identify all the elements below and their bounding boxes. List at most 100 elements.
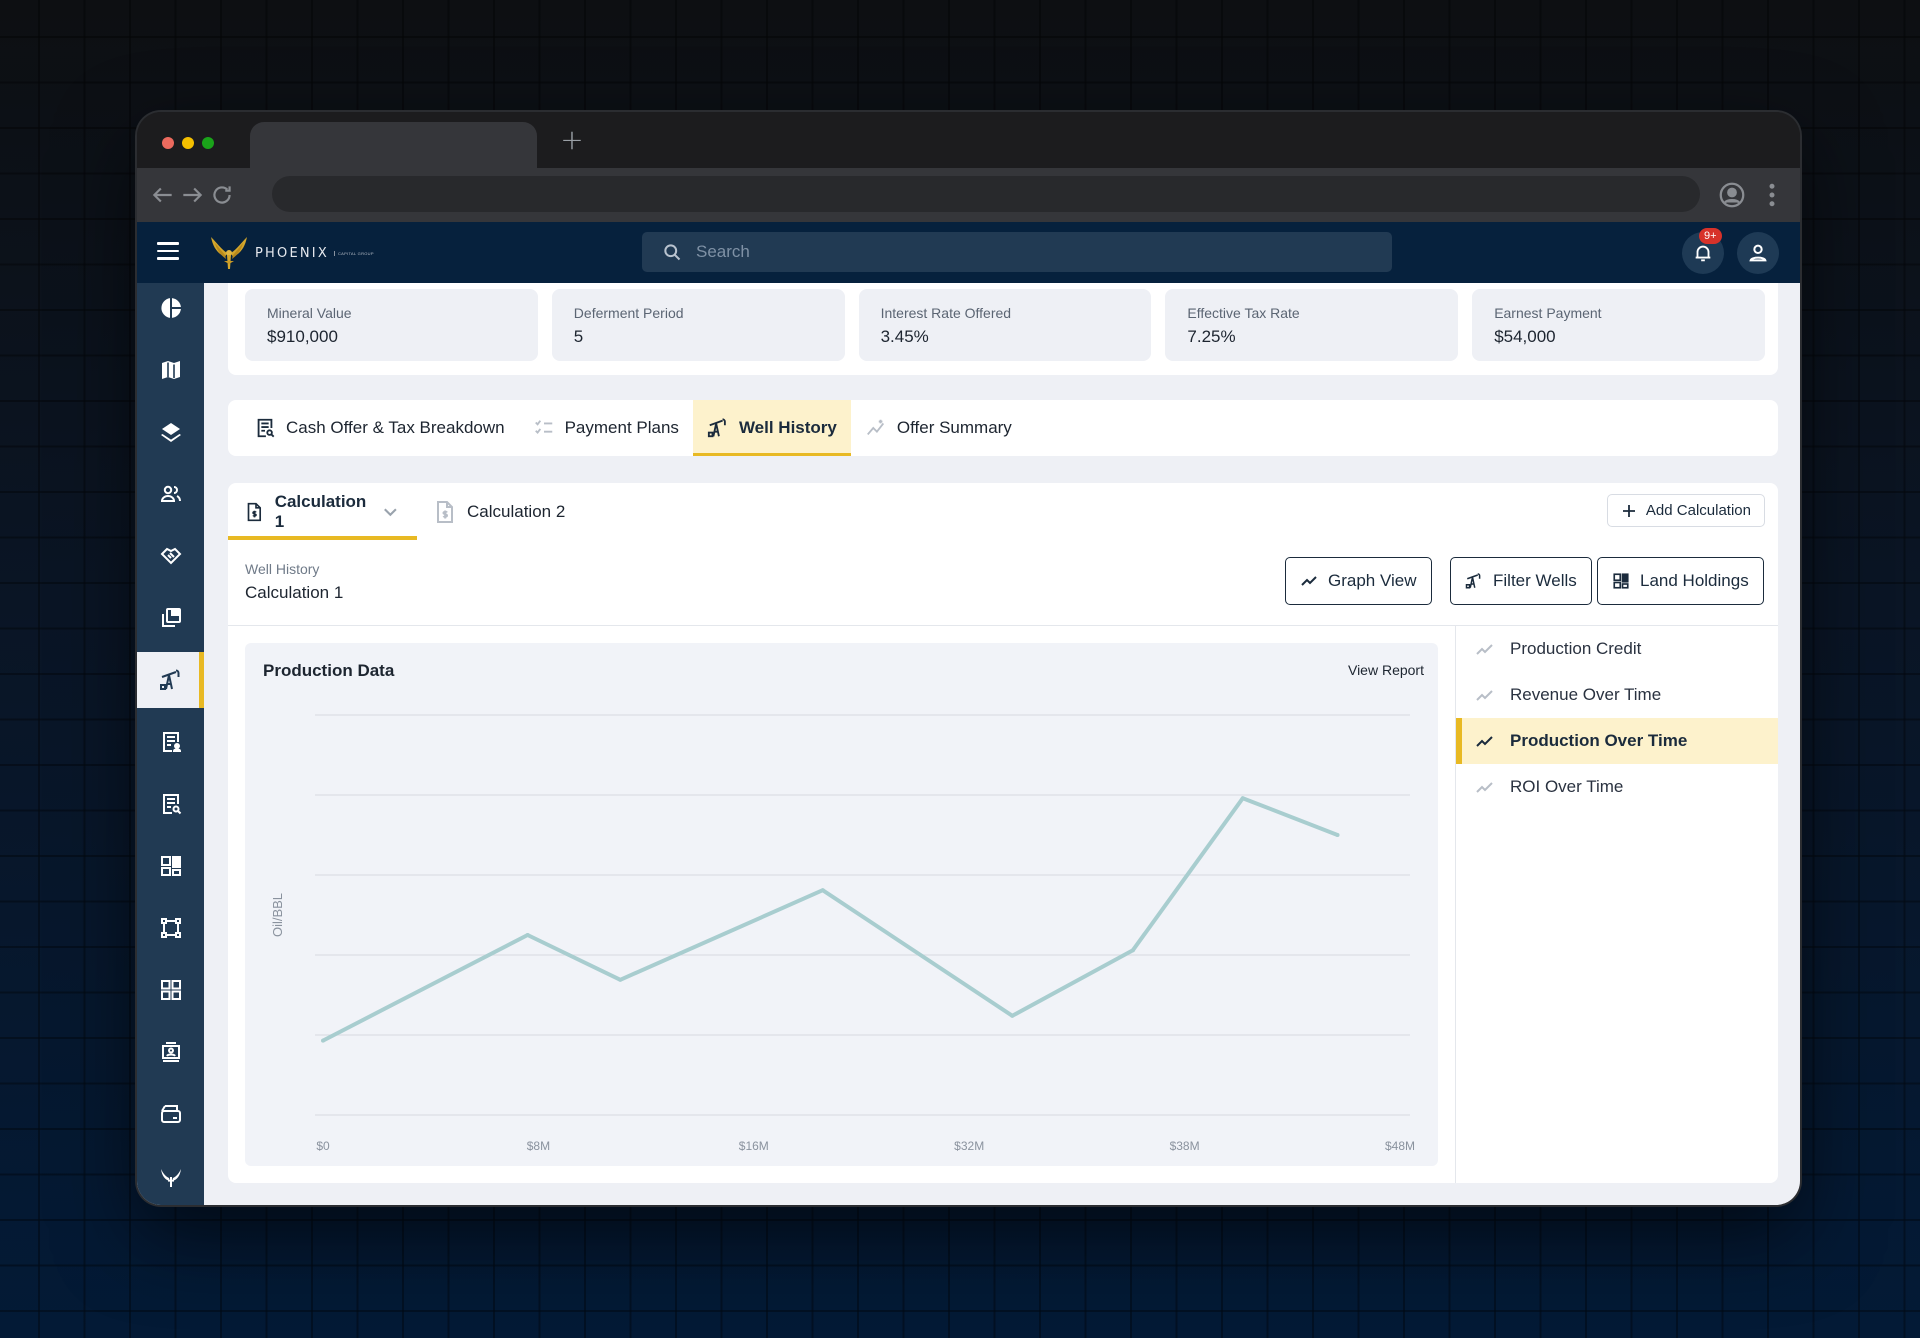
chart-option-production-over-time[interactable]: Production Over Time [1456,718,1778,764]
sidebar-item-layout[interactable] [137,838,204,894]
folder-drawer-icon [160,1105,181,1123]
series-line [322,796,1339,1043]
chart-option-label: Production Credit [1510,639,1642,658]
tab-label: Payment Plans [564,418,679,437]
sidebar-item-layers[interactable] [137,404,204,460]
section-label: Well History [245,561,320,577]
main-content: Mineral Value $910,000 Deferment Period … [204,283,1800,1205]
sidebar-item-search-reports[interactable] [137,776,204,832]
tab-label: Offer Summary [896,418,1012,437]
notifications-button[interactable]: 9+ [1682,228,1724,274]
sidebar-item-deals[interactable] [137,528,204,584]
user-profile-button[interactable] [1737,232,1779,274]
sidebar-item-files[interactable] [137,1086,204,1142]
tab-label: Cash Offer & Tax Breakdown [286,418,505,437]
sidebar-item-phoenix[interactable] [137,1149,204,1205]
stat-label: Earnest Payment [1494,305,1602,321]
sidebar-item-apps[interactable] [137,962,204,1018]
stat-label: Interest Rate Offered [880,305,1012,321]
chart-option-revenue-over-time[interactable]: Revenue Over Time [1456,672,1778,718]
browser-tab[interactable] [250,122,537,168]
sidebar [137,283,204,1205]
layers-icon [160,423,181,442]
document-dollar-icon [247,502,262,521]
address-bar[interactable] [272,176,1700,212]
filter-wells-button[interactable]: Filter Wells [1450,557,1592,605]
phoenix-logo-icon [211,237,247,269]
search-input[interactable] [696,242,1346,262]
stat-mineral-value: Mineral Value $910,000 [245,289,538,361]
trend-line-icon [1301,576,1317,586]
user-icon [1749,244,1767,262]
oil-pump-icon [159,669,179,690]
close-window-button[interactable] [162,137,174,149]
users-icon [160,485,181,502]
stat-effective-tax-rate: Effective Tax Rate 7.25% [1165,289,1459,361]
land-holdings-label: Land Holdings [1640,571,1749,590]
more-options-icon[interactable] [1757,180,1787,210]
minimize-window-button[interactable] [182,137,194,149]
stat-value: $910,000 [267,327,338,346]
app: PHOENIX CAPITAL GROUP 9+ [137,222,1800,1205]
data-point [1130,948,1135,953]
stat-label: Mineral Value [267,305,352,321]
sidebar-item-dashboard[interactable] [137,280,204,336]
stat-earnest-payment: Earnest Payment $54,000 [1472,289,1765,361]
forward-arrow-icon[interactable] [179,182,205,208]
stat-value: 7.25% [1187,327,1236,346]
tab-calculation-2[interactable]: Calculation 2 [417,483,583,540]
bounding-box-icon [160,918,181,938]
sidebar-item-users[interactable] [137,466,204,522]
sidebar-item-reports[interactable] [137,714,204,770]
map-icon [161,361,180,379]
chart-option-roi-over-time[interactable]: ROI Over Time [1456,764,1778,810]
oil-pump-icon [707,418,726,438]
chevron-down-icon[interactable] [382,501,399,523]
logo[interactable]: PHOENIX CAPITAL GROUP [207,232,374,274]
tab-calculation-1[interactable]: Calculation 1 [228,483,417,540]
sidebar-item-documents[interactable] [137,590,204,646]
main-tabs: Cash Offer & Tax Breakdown Payment Plans… [228,400,1778,456]
y-axis-label: Oil/BBL [270,893,285,937]
sidebar-item-boundaries[interactable] [137,900,204,956]
new-tab-button[interactable]: + [557,122,587,158]
dashboard-layout-icon [160,856,181,876]
chart-option-label: ROI Over Time [1510,777,1624,796]
sidebar-item-contacts[interactable] [137,1024,204,1080]
x-tick-label: $16M [739,1139,769,1153]
data-point [1010,1013,1015,1018]
checklist-icon [534,420,552,434]
tab-label: Well History [738,418,837,437]
profile-icon[interactable] [1717,180,1747,210]
report-user-icon [162,732,181,752]
data-point [321,1038,325,1043]
tab-well-history[interactable]: Well History [692,400,851,456]
data-point [1240,796,1245,801]
report-search-icon [162,794,181,815]
graph-view-button[interactable]: Graph View [1285,557,1432,605]
search-bar[interactable] [642,232,1392,272]
handshake-icon [160,547,181,565]
menu-icon[interactable] [157,242,179,262]
tab-payment-plans[interactable]: Payment Plans [519,400,693,456]
production-line-chart: $0 $8M $16M $32M $38M $48M Oil/BBL [270,714,1415,1153]
sidebar-item-map[interactable] [137,342,204,398]
sidebar-item-wells[interactable] [137,652,204,708]
trend-line-icon [1476,644,1493,655]
trend-line-icon [1476,736,1493,747]
id-card-icon [161,1042,180,1062]
pie-chart-icon [160,298,181,318]
data-point [1335,833,1340,837]
back-arrow-icon[interactable] [150,182,176,208]
tab-cash-offer[interactable]: Cash Offer & Tax Breakdown [240,400,519,456]
search-icon [664,244,681,261]
add-calculation-button[interactable]: Add Calculation [1606,494,1765,527]
x-tick-label: $38M [1170,1139,1200,1153]
reload-icon[interactable] [209,182,235,208]
tab-offer-summary[interactable]: Offer Summary [851,400,1026,456]
maximize-window-button[interactable] [202,137,214,149]
land-holdings-button[interactable]: Land Holdings [1597,557,1764,605]
stat-value: 3.45% [880,327,929,346]
filter-wells-label: Filter Wells [1493,571,1577,590]
chart-option-production-credit[interactable]: Production Credit [1456,626,1778,672]
